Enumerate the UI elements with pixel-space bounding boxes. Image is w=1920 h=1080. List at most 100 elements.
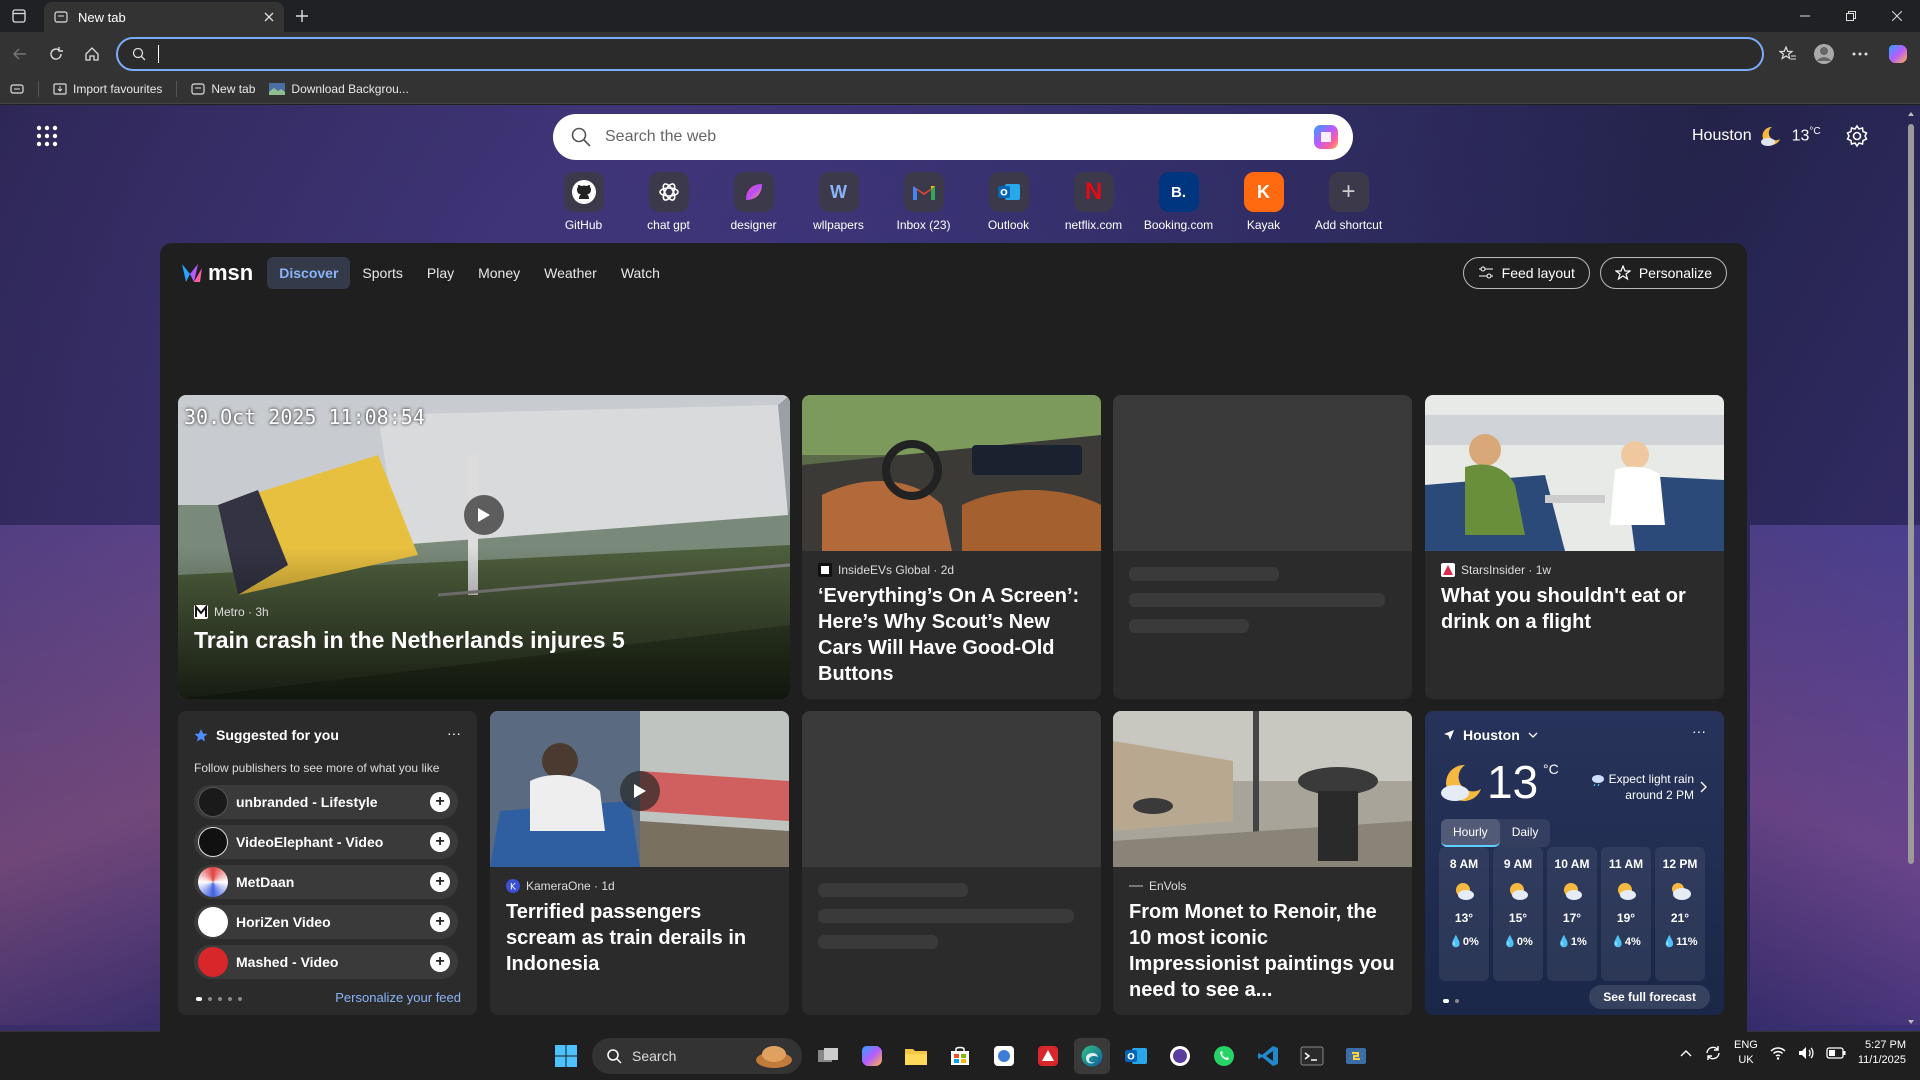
carousel-dots[interactable] — [1443, 999, 1459, 1003]
copilot-taskbar-icon[interactable] — [854, 1038, 890, 1074]
publisher-row[interactable]: HoriZen Video + — [194, 905, 458, 939]
tab-actions-icon[interactable] — [8, 6, 30, 26]
tab-close-icon[interactable] — [264, 12, 274, 22]
news-card-impressionist[interactable]: EnVols From Monet to Renoir, the 10 most… — [1113, 711, 1412, 1015]
profile-avatar[interactable] — [1810, 40, 1838, 68]
settings-gear-icon[interactable] — [1845, 124, 1869, 148]
bookmark-download-background[interactable]: Download Backgrou... — [269, 82, 409, 96]
tab-daily[interactable]: Daily — [1500, 819, 1551, 847]
favorites-icon[interactable] — [1774, 40, 1802, 68]
shortcut-chat-gpt[interactable]: chat gpt — [626, 172, 711, 232]
tab-hourly[interactable]: Hourly — [1441, 819, 1500, 847]
address-bar[interactable] — [116, 37, 1764, 71]
tab-play[interactable]: Play — [415, 257, 466, 289]
tab-weather[interactable]: Weather — [532, 257, 609, 289]
weather-location[interactable]: Houston — [1443, 727, 1538, 743]
shortcut-inbox[interactable]: Inbox (23) — [881, 172, 966, 232]
outlook-taskbar-icon[interactable]: O — [1118, 1038, 1154, 1074]
tab-new-tab[interactable]: New tab — [44, 2, 284, 32]
scroll-up-icon[interactable] — [1907, 110, 1915, 118]
home-icon[interactable] — [78, 40, 106, 68]
msn-logo[interactable]: msn — [180, 260, 253, 286]
shortcut-booking[interactable]: B. Booking.com — [1136, 172, 1221, 232]
shortcut-outlook[interactable]: O Outlook — [966, 172, 1051, 232]
close-icon[interactable] — [1874, 0, 1920, 32]
shortcut-add[interactable]: + Add shortcut — [1306, 172, 1391, 232]
bookmark-import-favourites[interactable]: Import favourites — [53, 82, 162, 96]
edge-browser-icon[interactable] — [1074, 1038, 1110, 1074]
volume-icon[interactable] — [1798, 1046, 1814, 1060]
address-input[interactable] — [171, 41, 1762, 67]
scroll-down-icon[interactable] — [1907, 1018, 1915, 1026]
follow-add-icon[interactable]: + — [430, 912, 450, 932]
personalize-feed-link[interactable]: Personalize your feed — [335, 990, 461, 1005]
apps-grid-icon[interactable] — [36, 125, 58, 147]
task-view-icon[interactable] — [810, 1038, 846, 1074]
whatsapp-icon[interactable] — [1206, 1038, 1242, 1074]
hero-news-card[interactable]: 30.Oct 2025 11:08:54 Metro · 3h Train cr… — [178, 395, 790, 699]
more-options-icon[interactable]: ··· — [447, 725, 461, 741]
file-explorer-icon[interactable] — [898, 1038, 934, 1074]
terminal-icon[interactable] — [1294, 1038, 1330, 1074]
new-tab-button[interactable] — [290, 4, 314, 28]
publisher-row[interactable]: VideoElephant - Video + — [194, 825, 458, 859]
vscode-icon[interactable] — [1250, 1038, 1286, 1074]
shortcut-netflix[interactable]: N netflix.com — [1051, 172, 1136, 232]
publisher-row[interactable]: MetDaan + — [194, 865, 458, 899]
weather-card[interactable]: Houston ··· 13 °C Expect light rain arou… — [1425, 711, 1724, 1015]
shortcut-kayak[interactable]: K Kayak — [1221, 172, 1306, 232]
tab-money[interactable]: Money — [466, 257, 532, 289]
shortcut-wllpapers[interactable]: W wllpapers — [796, 172, 881, 232]
web-search-box[interactable] — [553, 114, 1353, 160]
news-card-train-derail[interactable]: K KameraOne · 1d Terrified passengers sc… — [490, 711, 789, 1015]
python-icon[interactable] — [1338, 1038, 1374, 1074]
web-search-input[interactable] — [605, 128, 1309, 146]
publisher-row[interactable]: Mashed - Video + — [194, 945, 458, 979]
app-icon-red[interactable] — [1030, 1038, 1066, 1074]
tab-watch[interactable]: Watch — [609, 257, 672, 289]
page-scrollbar[interactable] — [1906, 110, 1916, 1026]
weather-alert[interactable]: Expect light rain around 2 PM — [1564, 771, 1694, 803]
restore-icon[interactable] — [1828, 0, 1874, 32]
news-card-flight[interactable]: StarsInsider · 1w What you shouldn't eat… — [1425, 395, 1724, 699]
shortcut-designer[interactable]: designer — [711, 172, 796, 232]
news-card-scout[interactable]: InsideEVs Global · 2d ‘Everything’s On A… — [802, 395, 1101, 699]
language-indicator[interactable]: ENG UK — [1734, 1038, 1758, 1068]
chevron-right-icon[interactable] — [1700, 781, 1708, 793]
taskbar-search-box[interactable]: Search — [592, 1038, 802, 1074]
more-options-icon[interactable] — [1846, 40, 1874, 68]
carousel-dots[interactable] — [196, 997, 242, 1001]
play-icon[interactable] — [620, 771, 660, 811]
follow-add-icon[interactable]: + — [430, 792, 450, 812]
hour-forecast[interactable]: 12 PM 21° 💧11% — [1655, 847, 1705, 981]
weather-widget-top[interactable]: Houston 13°C — [1692, 125, 1821, 147]
wifi-icon[interactable] — [1770, 1046, 1786, 1060]
back-icon[interactable] — [6, 40, 34, 68]
battery-icon[interactable] — [1826, 1047, 1846, 1059]
windows-start-icon[interactable] — [548, 1038, 584, 1074]
copilot-icon[interactable] — [1884, 40, 1912, 68]
tab-sports[interactable]: Sports — [350, 257, 414, 289]
chevron-up-icon[interactable] — [1680, 1049, 1692, 1057]
sync-icon[interactable] — [1704, 1044, 1722, 1062]
hour-forecast[interactable]: 9 AM 15° 💧0% — [1493, 847, 1543, 981]
shortcut-github[interactable]: GitHub — [541, 172, 626, 232]
personalize-button[interactable]: Personalize — [1599, 257, 1727, 289]
collections-icon[interactable] — [10, 83, 24, 95]
hour-forecast[interactable]: 10 AM 17° 💧1% — [1547, 847, 1597, 981]
app-icon-purple[interactable] — [1162, 1038, 1198, 1074]
feed-layout-button[interactable]: Feed layout — [1462, 257, 1590, 289]
more-options-icon[interactable]: ··· — [1692, 723, 1706, 739]
refresh-icon[interactable] — [42, 40, 70, 68]
bookmark-new-tab[interactable]: New tab — [191, 82, 255, 96]
microsoft-store-icon[interactable] — [942, 1038, 978, 1074]
minimize-icon[interactable] — [1782, 0, 1828, 32]
system-clock[interactable]: 5:27 PM 11/1/2025 — [1858, 1038, 1906, 1068]
scroll-thumb[interactable] — [1908, 124, 1914, 864]
follow-add-icon[interactable]: + — [430, 832, 450, 852]
hour-forecast[interactable]: 11 AM 19° 💧4% — [1601, 847, 1651, 981]
play-icon[interactable] — [464, 495, 504, 535]
see-full-forecast-button[interactable]: See full forecast — [1589, 985, 1710, 1009]
follow-add-icon[interactable]: + — [430, 872, 450, 892]
follow-add-icon[interactable]: + — [430, 952, 450, 972]
